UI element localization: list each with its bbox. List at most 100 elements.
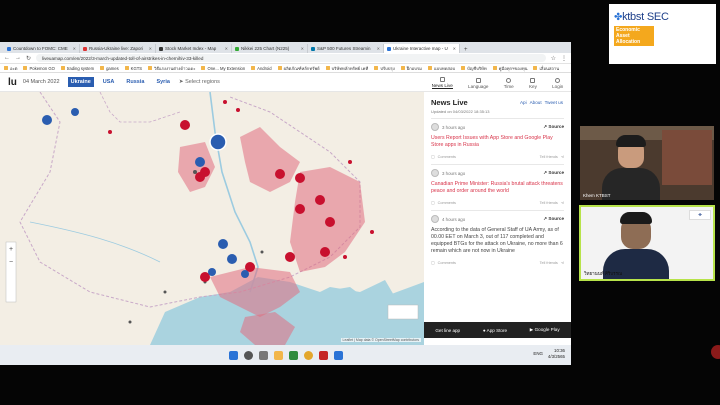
clock[interactable]: 10:36 4/3/2565 [548,348,565,360]
region-ukraine[interactable]: Ukraine [67,77,94,87]
bookmark[interactable]: ปรับปรุง [374,65,395,72]
language-icon [475,78,481,83]
folder-icon [277,66,282,70]
url-field[interactable]: liveuamap.com/en/2022/3-march-updated-to… [36,54,546,62]
browser-tab[interactable]: Russia-Ukraine live: Zapori ✕ [80,44,156,53]
close-tab-icon[interactable]: ✕ [453,46,456,51]
close-tab-icon[interactable]: ✕ [377,46,380,51]
comments-link[interactable]: Comments [438,155,456,159]
reload-icon[interactable]: ↻ [26,55,31,62]
zoom-icon[interactable] [333,350,343,360]
folder-icon [100,66,105,70]
bookmark[interactable]: Pokemon GO [23,66,55,71]
news-text[interactable]: According to the data of General Staff o… [431,227,564,255]
app-store-button[interactable]: ● App Store [483,328,507,333]
news-item[interactable]: 4 hours ago ↗ Source According to the dat… [431,210,564,270]
region-russia[interactable]: Russia [123,77,147,87]
bookmark[interactable]: Android [251,66,272,71]
line-app-icon[interactable] [288,350,298,360]
bookmark[interactable]: ฝึกอบรม [400,65,422,72]
liveuamap-logo[interactable]: lu [8,77,17,88]
folder-icon [60,66,65,70]
browser-tab[interactable]: Stock Market Index - Map ✕ [156,44,232,53]
close-tab-icon[interactable]: ✕ [149,46,152,51]
comments-link[interactable]: Comments [438,201,456,205]
bookmark[interactable]: บัญชีบริษัท [461,65,487,72]
comment-icon: ▢ [431,261,435,265]
windows-start-icon[interactable] [228,350,238,360]
favicon-icon [159,46,163,51]
bookmark[interactable]: games [100,66,119,71]
webcam-feed-1[interactable]: Khem KTBST [580,126,714,200]
close-tab-icon[interactable]: ✕ [225,46,228,51]
region-usa[interactable]: USA [100,77,118,87]
city-dot[interactable] [128,320,132,324]
source-link[interactable]: ↗ Source [543,124,564,130]
forward-icon[interactable]: → [15,55,21,61]
favicon-icon [311,46,315,51]
bookmark[interactable]: KGTS [124,66,142,71]
bookmark[interactable]: บริษัทหลักทรัพย์ เคที [325,65,368,72]
browser-tab-bar: Countdown to FOMC: CME ✕ Russia-Ukraine l… [0,42,571,53]
bookmark[interactable]: One... My Extension [201,66,245,71]
news-item[interactable]: 3 hours ago ↗ Source Users Report Issues … [431,118,564,164]
browser-tab[interactable]: Countdown to FOMC: CME ✕ [4,44,80,53]
avatar [431,169,439,177]
source-link[interactable]: ↗ Source [543,216,564,222]
bookmark[interactable]: คู่มือทุกฯของทุน [492,65,527,72]
conflict-map[interactable]: + − Leaflet | Map data © OpenStreetMap c… [0,92,424,345]
tell-friends-link[interactable]: Tell friends [540,155,558,159]
file-explorer-icon[interactable] [273,350,283,360]
bookmark[interactable]: อะต [4,65,17,72]
region-syria[interactable]: Syria [153,77,172,87]
tab-login[interactable]: Login [552,78,563,89]
map-date[interactable]: 04 March 2022 [23,79,60,85]
bookmark[interactable]: แบบทดสอบ [427,65,455,72]
tweet-link[interactable]: Tweet us [545,100,563,105]
browser-tab[interactable]: S&P 500 Futures Streamin ✕ [308,44,384,53]
comments-link[interactable]: Comments [438,261,456,265]
tab-key[interactable]: Key [529,78,537,89]
search-icon[interactable] [243,350,253,360]
app-icon[interactable] [318,350,328,360]
about-link[interactable]: About [530,100,542,105]
bookmark[interactable]: วิธีแรงงานต่างด้าวแดะ [148,65,195,72]
city-dot[interactable] [260,250,264,254]
tab-language[interactable]: Language [468,78,488,89]
record-button[interactable] [711,345,720,359]
folder-icon [492,66,497,70]
task-view-icon[interactable] [258,350,268,360]
news-text[interactable]: Users Report Issues with App Store and G… [431,135,564,149]
share-icon[interactable]: ⋖ [561,260,564,265]
webcam-feed-2[interactable]: ✤ วิทยานนท์ ศิริบรรณ [579,205,715,281]
tell-friends-link[interactable]: Tell friends [540,261,558,265]
chrome-icon[interactable] [303,350,313,360]
bookmark[interactable]: เลื่อนสถาน [533,65,559,72]
city-dot[interactable] [193,170,197,174]
bookmark[interactable]: trading system [60,66,94,71]
tell-friends-link[interactable]: Tell friends [540,201,558,205]
tray-language[interactable]: ENG [533,351,543,357]
tab-news-live[interactable]: News Live [431,77,453,89]
browser-tab[interactable]: Nikkei 225 Chart (N225) ✕ [232,44,308,53]
map-zoom-controls[interactable]: + − [5,241,17,303]
back-icon[interactable]: ← [4,55,10,61]
star-icon[interactable]: ☆ [551,55,556,62]
bookmark[interactable]: ผลิตภัณฑ์หลักทรัพย์ [277,65,320,72]
news-text[interactable]: Canadian Prime Minister: Russia's brutal… [431,181,564,195]
browser-tab-active[interactable]: Ukraine Interactive map - U ✕ [384,44,460,53]
city-dot[interactable] [163,290,167,294]
line-app-link[interactable]: Get line app [435,328,460,333]
menu-icon[interactable]: ⋮ [561,55,567,62]
kyiv-marker-icon[interactable] [209,133,227,151]
close-tab-icon[interactable]: ✕ [301,46,304,51]
google-play-button[interactable]: ▶ Google Play [530,327,560,333]
close-tab-icon[interactable]: ✕ [73,46,76,51]
source-link[interactable]: ↗ Source [543,170,564,176]
tab-time[interactable]: Time [504,78,514,89]
api-link[interactable]: Api [520,100,527,105]
share-icon[interactable]: ⋖ [561,200,564,205]
news-item[interactable]: 3 hours ago ↗ Source Canadian Prime Minis… [431,164,564,210]
select-regions-button[interactable]: ➤ Select regions [179,79,220,85]
share-icon[interactable]: ⋖ [561,154,564,159]
